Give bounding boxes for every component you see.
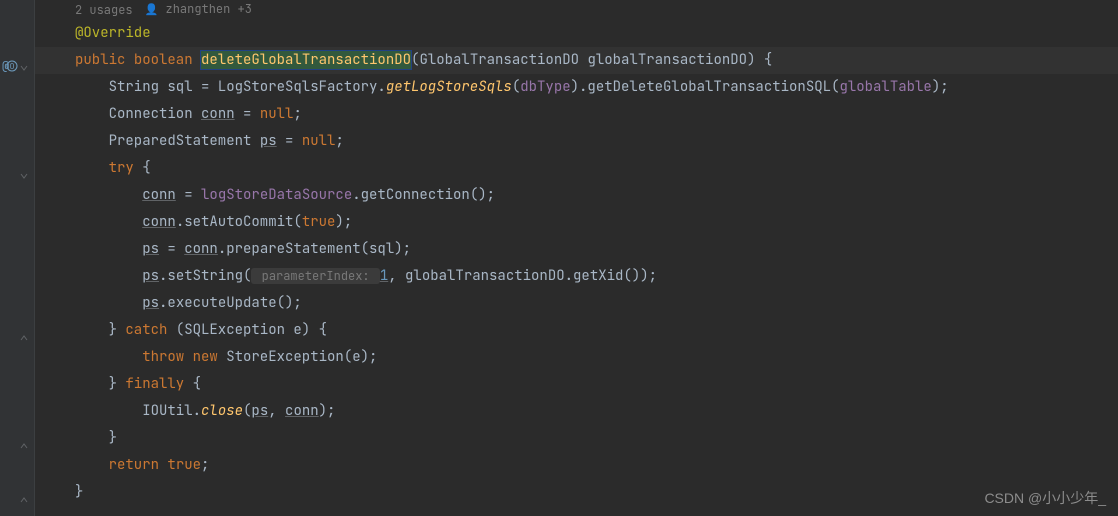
parameter-hint: parameterIndex:: [251, 268, 379, 284]
code-line[interactable]: public boolean deleteGlobalTransactionDO…: [35, 47, 1118, 74]
code-line[interactable]: try {: [35, 155, 1118, 182]
fold-icon[interactable]: [16, 60, 32, 76]
inlay-hints: 2 usages 👤 zhangthen +3: [35, 0, 1118, 20]
code-line[interactable]: }: [35, 479, 1118, 506]
code-line[interactable]: String sql = LogStoreSqlsFactory.getLogS…: [35, 74, 1118, 101]
fold-icon[interactable]: [16, 438, 32, 454]
code-line[interactable]: conn = logStoreDataSource.getConnection(…: [35, 182, 1118, 209]
code-editor: O 2 usages 👤 zhangthen +3 @Override publ…: [0, 0, 1118, 516]
code-line[interactable]: throw new StoreException(e);: [35, 344, 1118, 371]
annotation: @Override: [75, 24, 151, 42]
code-line[interactable]: @Override: [35, 20, 1118, 47]
code-line[interactable]: }: [35, 425, 1118, 452]
code-line[interactable]: IOUtil.close(ps, conn);: [35, 398, 1118, 425]
code-line[interactable]: Connection conn = null;: [35, 101, 1118, 128]
fold-icon[interactable]: [16, 330, 32, 346]
code-line[interactable]: } finally {: [35, 371, 1118, 398]
code-area[interactable]: 2 usages 👤 zhangthen +3 @Override public…: [35, 0, 1118, 516]
person-icon: 👤: [145, 3, 159, 17]
code-line[interactable]: PreparedStatement ps = null;: [35, 128, 1118, 155]
fold-icon[interactable]: [16, 492, 32, 508]
svg-text:O: O: [10, 62, 15, 72]
override-indicator-icon[interactable]: @: [2, 58, 9, 74]
fold-icon[interactable]: [16, 168, 32, 184]
code-line[interactable]: conn.setAutoCommit(true);: [35, 209, 1118, 236]
code-line[interactable]: ps.setString( parameterIndex: 1, globalT…: [35, 263, 1118, 290]
code-line[interactable]: ps = conn.prepareStatement(sql);: [35, 236, 1118, 263]
code-line[interactable]: } catch (SQLException e) {: [35, 317, 1118, 344]
author-hint[interactable]: 👤 zhangthen +3: [145, 0, 252, 24]
code-line[interactable]: ps.executeUpdate();: [35, 290, 1118, 317]
watermark: CSDN @小小少年_: [984, 488, 1106, 508]
method-declaration: deleteGlobalTransactionDO: [201, 51, 411, 69]
gutter: O: [0, 0, 35, 516]
code-line[interactable]: return true;: [35, 452, 1118, 479]
